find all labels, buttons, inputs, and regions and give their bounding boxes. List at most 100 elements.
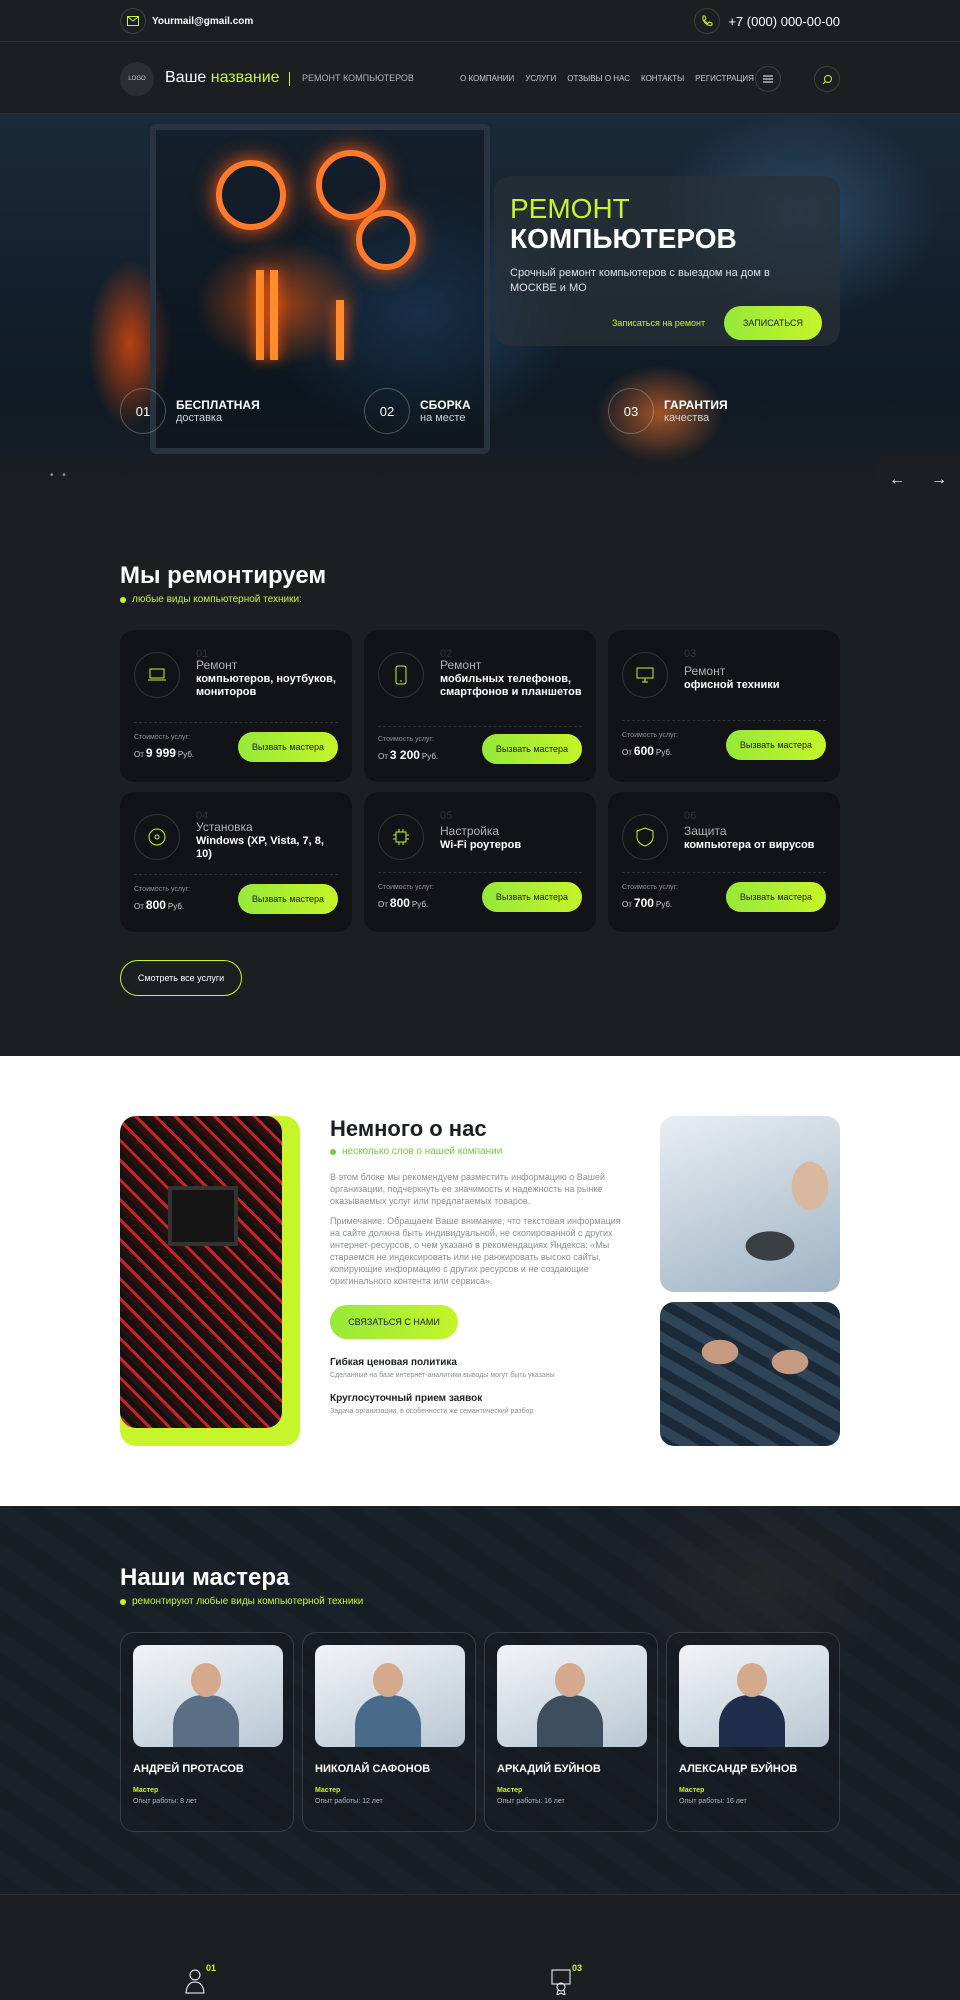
feature-number: 01 — [120, 388, 166, 434]
master-photo — [497, 1645, 647, 1747]
service-number: 05 — [440, 810, 453, 822]
master-photo — [133, 1645, 283, 1747]
service-card: 03 Ремонт офисной техники Стоимость услу… — [608, 630, 840, 782]
hero-feature-1: 01 БЕСПЛАТНАЯ доставка — [120, 388, 260, 434]
service-card: 01 Ремонт компьютеров, ноутбуков, монито… — [120, 630, 352, 782]
service-price: От 600 Руб. — [622, 744, 673, 758]
call-master-button[interactable]: Вызвать мастера — [482, 734, 582, 764]
service-price: От 9 999 Руб. — [134, 746, 195, 760]
logo[interactable]: LOGO — [120, 62, 154, 96]
feature-sub: доставка — [176, 412, 223, 424]
nav-item-reviews[interactable]: ОТЗЫВЫ О НАС — [567, 74, 630, 83]
master-name: АЛЕКСАНДР БУЙНОВ — [679, 1763, 798, 1775]
call-master-button[interactable]: Вызвать мастера — [482, 882, 582, 912]
service-name: компьютера от вирусов — [684, 839, 815, 851]
masters-grid: АНДРЕЙ ПРОТАСОВ Мастер Опыт работы: 8 ле… — [120, 1632, 840, 1832]
nav-item-services[interactable]: УСЛУГИ — [525, 74, 556, 83]
hero-title-line1: РЕМОНТ — [510, 193, 630, 224]
service-price: От 800 Руб. — [378, 896, 429, 910]
service-name: Windows (XP, Vista, 7, 8, 10) — [196, 835, 324, 860]
phone-text[interactable]: +7 (000) 000-00-00 — [728, 14, 840, 29]
advantage-1: 01 — [184, 1963, 224, 1995]
signup-link[interactable]: Записаться на ремонт — [612, 318, 705, 328]
nav-item-register[interactable]: РЕГИСТРАЦИЯ — [695, 74, 754, 83]
master-name: НИКОЛАЙ САФОНОВ — [315, 1763, 431, 1775]
service-price: От 800 Руб. — [134, 898, 185, 912]
about-text-block: Немного о нас несколько слов о нашей ком… — [330, 1116, 630, 1415]
phone-contact[interactable]: +7 (000) 000-00-00 — [694, 8, 840, 34]
email-text[interactable]: Yourmail@gmail.com — [152, 16, 253, 27]
about-paragraph-2: Примечание. Обращаем Ваше внимание, что … — [330, 1216, 621, 1286]
nav-item-contacts[interactable]: КОНТАКТЫ — [641, 74, 684, 83]
feature-title: СБОРКА — [420, 398, 471, 412]
service-card: 05 Настройка Wi-Fi роутеров Стоимость ус… — [364, 792, 596, 932]
master-name: АНДРЕЙ ПРОТАСОВ — [133, 1763, 244, 1775]
all-services-button[interactable]: Смотреть все услуги — [120, 960, 242, 996]
arrow-right-icon[interactable]: → — [931, 471, 947, 489]
service-name: компьютеров, ноутбуков, мониторов — [196, 673, 336, 698]
master-card[interactable]: НИКОЛАЙ САФОНОВ Мастер Опыт работы: 12 л… — [302, 1632, 476, 1832]
contact-button[interactable]: СВЯЗАТЬСЯ С НАМИ — [330, 1305, 458, 1339]
about-feature-title-1: Гибкая ценовая политика — [330, 1357, 457, 1368]
master-name: АРКАДИЙ БУЙНОВ — [497, 1763, 601, 1775]
about-feature-title-2: Круглосуточный прием заявок — [330, 1393, 483, 1404]
advantage-number: 01 — [206, 1963, 217, 1973]
brand-divider — [289, 72, 290, 86]
master-card[interactable]: АНДРЕЙ ПРОТАСОВ Мастер Опыт работы: 8 ле… — [120, 1632, 294, 1832]
master-card[interactable]: АРКАДИЙ БУЙНОВ Мастер Опыт работы: 16 ле… — [484, 1632, 658, 1832]
master-role: Мастер — [133, 1787, 159, 1794]
master-role: Мастер — [679, 1787, 705, 1794]
about-feature-text-2: Задача организации, в особенности же сем… — [330, 1408, 534, 1415]
price-label: Стоимость услуг: — [134, 886, 190, 893]
services-grid: 01 Ремонт компьютеров, ноутбуков, монито… — [120, 630, 840, 932]
feature-sub: качества — [664, 412, 710, 424]
master-experience: Опыт работы: 12 лет — [315, 1798, 383, 1805]
service-card: 04 Установка Windows (XP, Vista, 7, 8, 1… — [120, 792, 352, 932]
brand-plain: Ваше — [165, 69, 211, 86]
master-card[interactable]: АЛЕКСАНДР БУЙНОВ Мастер Опыт работы: 16 … — [666, 1632, 840, 1832]
service-card: 02 Ремонт мобильных телефонов, смартфоно… — [364, 630, 596, 782]
master-experience: Опыт работы: 16 лет — [497, 1798, 565, 1805]
phone-icon — [694, 8, 721, 34]
main-nav: О КОМПАНИИ УСЛУГИ ОТЗЫВЫ О НАС КОНТАКТЫ … — [460, 74, 754, 83]
hero-feature-2: 02 СБОРКА на месте — [364, 388, 471, 434]
disc-icon — [134, 814, 180, 860]
laptop-icon — [134, 652, 180, 698]
services-subtitle: любые виды компьютерной техники: — [120, 594, 840, 605]
brand-name[interactable]: Ваше название — [165, 69, 280, 87]
service-number: 03 — [684, 648, 697, 660]
service-type: Ремонт — [684, 664, 726, 678]
price-label: Стоимость услуг: — [134, 734, 190, 741]
call-master-button[interactable]: Вызвать мастера — [726, 730, 826, 760]
email-contact[interactable]: Yourmail@gmail.com — [120, 8, 253, 34]
call-master-button[interactable]: Вызвать мастера — [238, 732, 338, 762]
service-name: офисной техники — [684, 679, 780, 691]
about-subtitle: несколько слов о нашей компании — [330, 1146, 630, 1157]
feature-title: ГАРАНТИЯ — [664, 398, 728, 412]
about-title: Немного о нас — [330, 1116, 487, 1141]
master-experience: Опыт работы: 8 лет — [133, 1798, 197, 1805]
hero-text: Срочный ремонт компьютеров с выездом на … — [510, 267, 770, 294]
service-type: Настройка — [440, 824, 500, 838]
master-experience: Опыт работы: 16 лет — [679, 1798, 747, 1805]
call-master-button[interactable]: Вызвать мастера — [238, 884, 338, 914]
signup-button[interactable]: ЗАПИСАТЬСЯ — [724, 306, 822, 340]
services-heading: Мы ремонтируем любые виды компьютерной т… — [120, 562, 840, 605]
service-card: 06 Защита компьютера от вирусов Стоимост… — [608, 792, 840, 932]
menu-icon[interactable] — [755, 66, 781, 92]
service-type: Ремонт — [196, 658, 238, 672]
monitor-icon — [622, 652, 668, 698]
advantage-number: 03 — [572, 1963, 583, 1973]
about-photo-repair — [660, 1116, 840, 1292]
service-name: мобильных телефонов, смартфонов и планше… — [440, 673, 582, 698]
services-title: Мы ремонтируем — [120, 562, 327, 589]
feature-title: БЕСПЛАТНАЯ — [176, 398, 260, 412]
search-icon[interactable] — [814, 66, 840, 92]
arrow-left-icon[interactable]: ← — [889, 471, 905, 489]
about-paragraph-1: В этом блоке мы рекомендуем разместить и… — [330, 1172, 605, 1206]
service-number: 06 — [684, 810, 697, 822]
nav-item-about[interactable]: О КОМПАНИИ — [460, 74, 514, 83]
master-role: Мастер — [497, 1787, 523, 1794]
call-master-button[interactable]: Вызвать мастера — [726, 882, 826, 912]
hero-card: РЕМОНТ КОМПЬЮТЕРОВ Срочный ремонт компью… — [494, 176, 840, 346]
